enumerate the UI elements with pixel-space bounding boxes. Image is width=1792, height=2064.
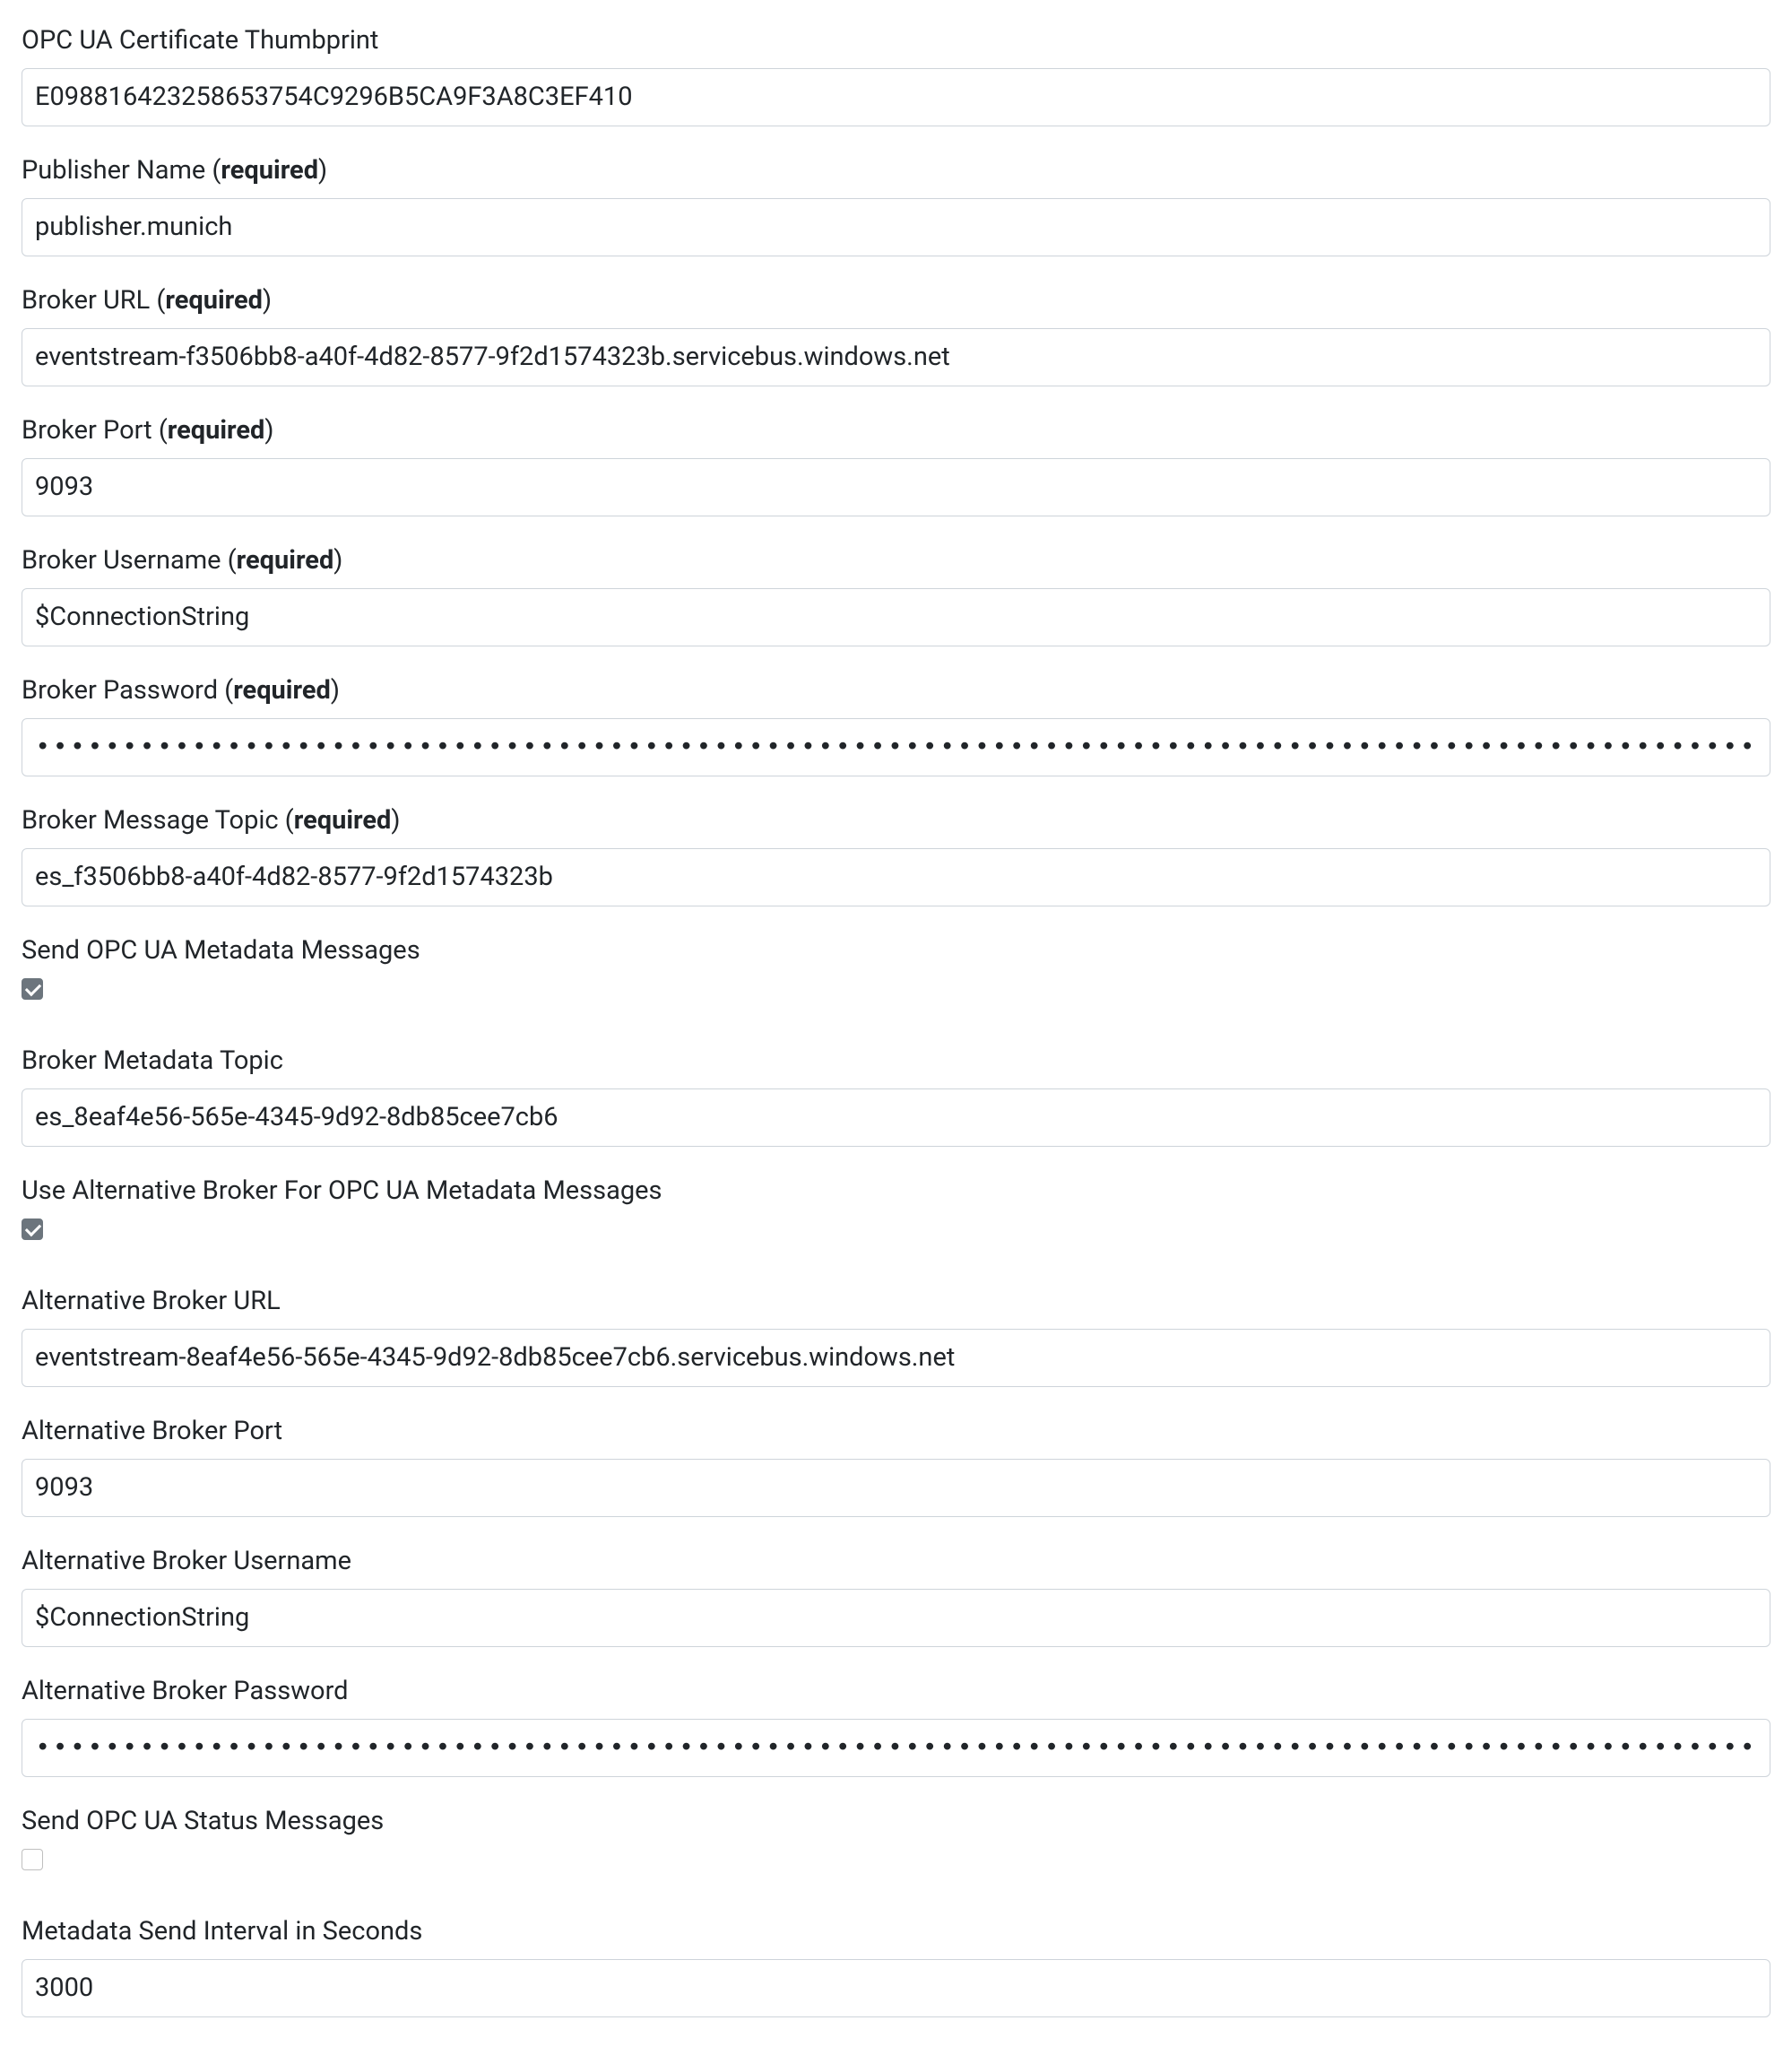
broker-topic-label: Broker Message Topic (required) [22,802,1770,841]
broker-username-input[interactable] [22,588,1770,647]
alt-broker-url-input[interactable] [22,1329,1770,1388]
broker-url-label: Broker URL (required) [22,282,1770,321]
send-status-checkbox[interactable] [22,1849,43,1870]
alt-broker-port-input[interactable] [22,1459,1770,1518]
thumbprint-label: OPC UA Certificate Thumbprint [22,22,1770,61]
metadata-interval-input[interactable] [22,1959,1770,2018]
broker-port-input[interactable] [22,458,1770,517]
send-metadata-checkbox[interactable] [22,978,43,1000]
broker-port-label: Broker Port (required) [22,412,1770,451]
publisher-name-input[interactable] [22,198,1770,257]
broker-username-label: Broker Username (required) [22,542,1770,581]
alt-broker-username-input[interactable] [22,1589,1770,1648]
broker-password-label: Broker Password (required) [22,672,1770,711]
alt-broker-password-input[interactable] [22,1719,1770,1778]
broker-url-input[interactable] [22,328,1770,387]
alt-broker-password-label: Alternative Broker Password [22,1672,1770,1712]
broker-password-input[interactable] [22,718,1770,777]
send-status-label: Send OPC UA Status Messages [22,1802,1770,1842]
send-metadata-label: Send OPC UA Metadata Messages [22,932,1770,971]
metadata-topic-input[interactable] [22,1088,1770,1148]
thumbprint-input[interactable] [22,68,1770,127]
alt-broker-url-label: Alternative Broker URL [22,1282,1770,1322]
alt-broker-username-label: Alternative Broker Username [22,1542,1770,1582]
metadata-interval-label: Metadata Send Interval in Seconds [22,1912,1770,1952]
use-alt-broker-checkbox[interactable] [22,1218,43,1240]
use-alt-broker-label: Use Alternative Broker For OPC UA Metada… [22,1172,1770,1211]
broker-topic-input[interactable] [22,848,1770,907]
metadata-topic-label: Broker Metadata Topic [22,1042,1770,1081]
alt-broker-port-label: Alternative Broker Port [22,1412,1770,1452]
publisher-name-label: Publisher Name (required) [22,152,1770,191]
